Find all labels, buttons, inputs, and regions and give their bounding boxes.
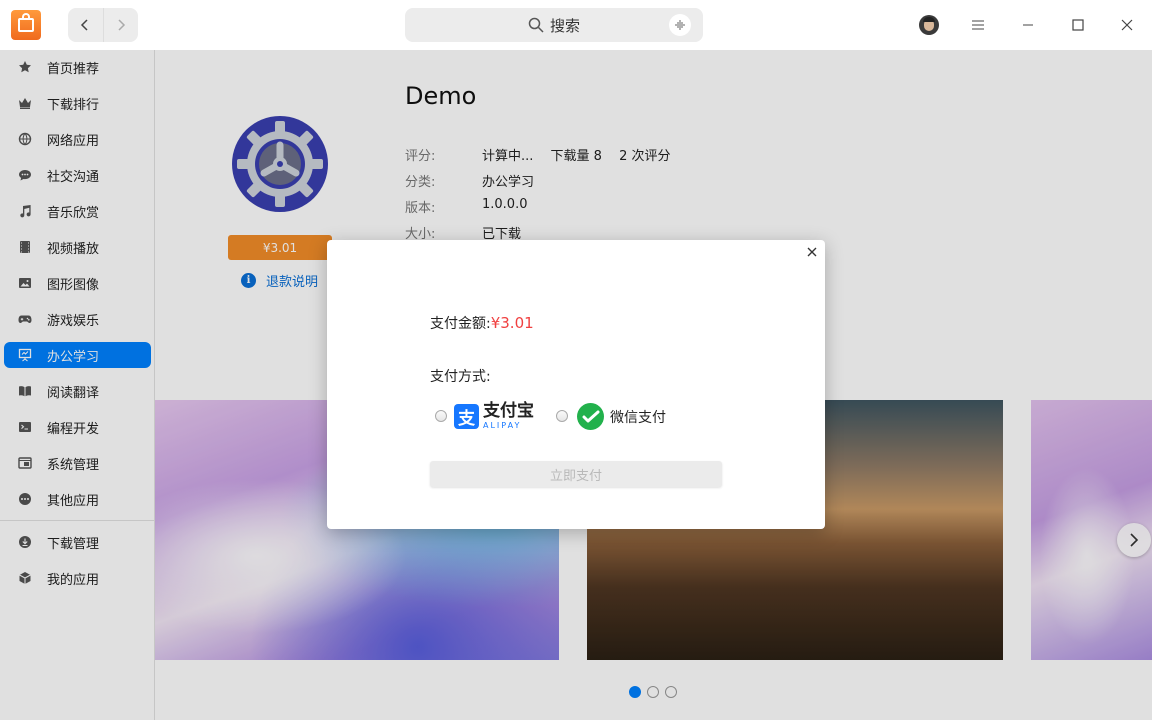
minimize-button[interactable]: [1016, 0, 1040, 50]
app-store-logo-icon: [11, 10, 41, 40]
maximize-icon: [1072, 19, 1084, 31]
voice-search-button[interactable]: [669, 14, 691, 36]
hamburger-menu-icon: [972, 20, 984, 30]
wechat-pay-label: 微信支付: [610, 409, 666, 426]
forward-button[interactable]: [104, 8, 139, 42]
search-icon: [528, 17, 544, 33]
chevron-right-icon: [118, 19, 125, 31]
alipay-radio[interactable]: [435, 410, 447, 422]
payment-dialog: 支付金额: ¥3.01 支付方式: 支 支付宝 ALIPAY 微信支付 立即支付: [327, 240, 825, 529]
alipay-label-en: ALIPAY: [483, 421, 522, 430]
voice-wave-icon: [675, 20, 685, 30]
menu-button[interactable]: [966, 0, 990, 50]
close-icon: [807, 247, 817, 257]
payment-amount: 支付金额: ¥3.01: [430, 313, 534, 333]
payment-amount-value: ¥3.01: [490, 314, 534, 332]
payment-amount-label: 支付金额:: [430, 316, 491, 332]
payment-method-label: 支付方式:: [430, 369, 491, 385]
alipay-label: 支付宝: [483, 401, 534, 421]
back-button[interactable]: [68, 8, 104, 42]
chevron-left-icon: [81, 19, 88, 31]
search-input[interactable]: 搜索: [405, 8, 703, 42]
pay-now-button[interactable]: 立即支付: [430, 461, 722, 487]
maximize-button[interactable]: [1066, 0, 1090, 50]
minimize-icon: [1023, 24, 1033, 26]
avatar: [919, 15, 939, 35]
wechat-pay-radio[interactable]: [556, 410, 568, 422]
close-icon: [1121, 19, 1133, 31]
dialog-close-button[interactable]: [805, 245, 819, 259]
title-bar: 搜索: [0, 0, 1152, 50]
wechat-pay-option[interactable]: 微信支付: [577, 403, 666, 430]
alipay-logo-icon: 支: [454, 404, 479, 429]
nav-buttons: [68, 8, 138, 42]
wechat-pay-check-icon: [577, 403, 604, 430]
alipay-option[interactable]: 支 支付宝 ALIPAY: [454, 403, 534, 430]
search-placeholder: 搜索: [549, 16, 580, 35]
user-avatar-button[interactable]: [918, 0, 940, 50]
close-window-button[interactable]: [1115, 0, 1139, 50]
